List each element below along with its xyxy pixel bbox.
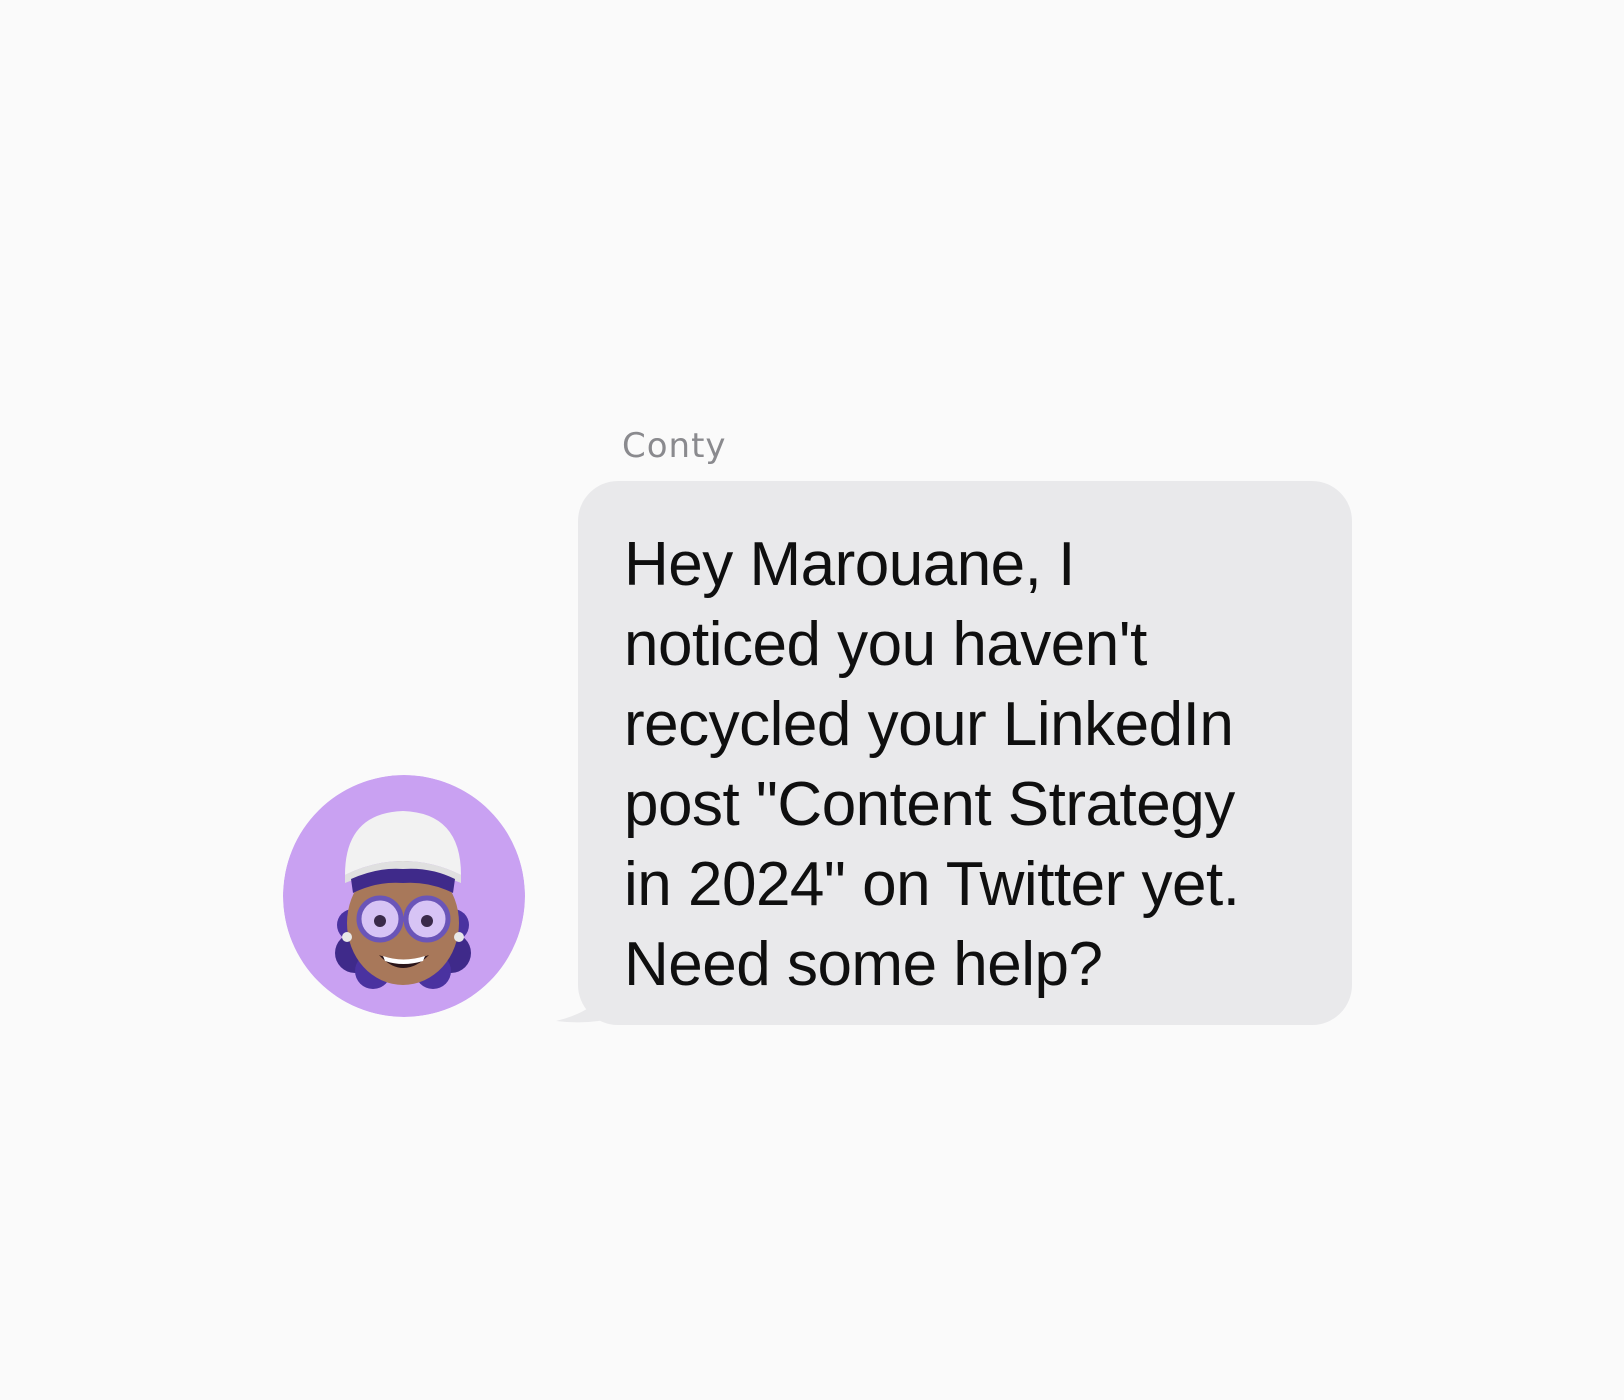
message-text: Hey Marouane, I noticed you haven't recy… <box>624 530 1240 999</box>
avatar[interactable] <box>283 775 525 1017</box>
chat-message: Conty Hey Marouane, I noticed you haven'… <box>0 0 1624 1400</box>
bubble-body: Hey Marouane, I noticed you haven't recy… <box>578 481 1352 1025</box>
sender-name: Conty <box>622 426 727 466</box>
message-bubble[interactable]: Hey Marouane, I noticed you haven't recy… <box>556 481 1352 1025</box>
memoji-avatar-icon <box>283 775 525 1017</box>
